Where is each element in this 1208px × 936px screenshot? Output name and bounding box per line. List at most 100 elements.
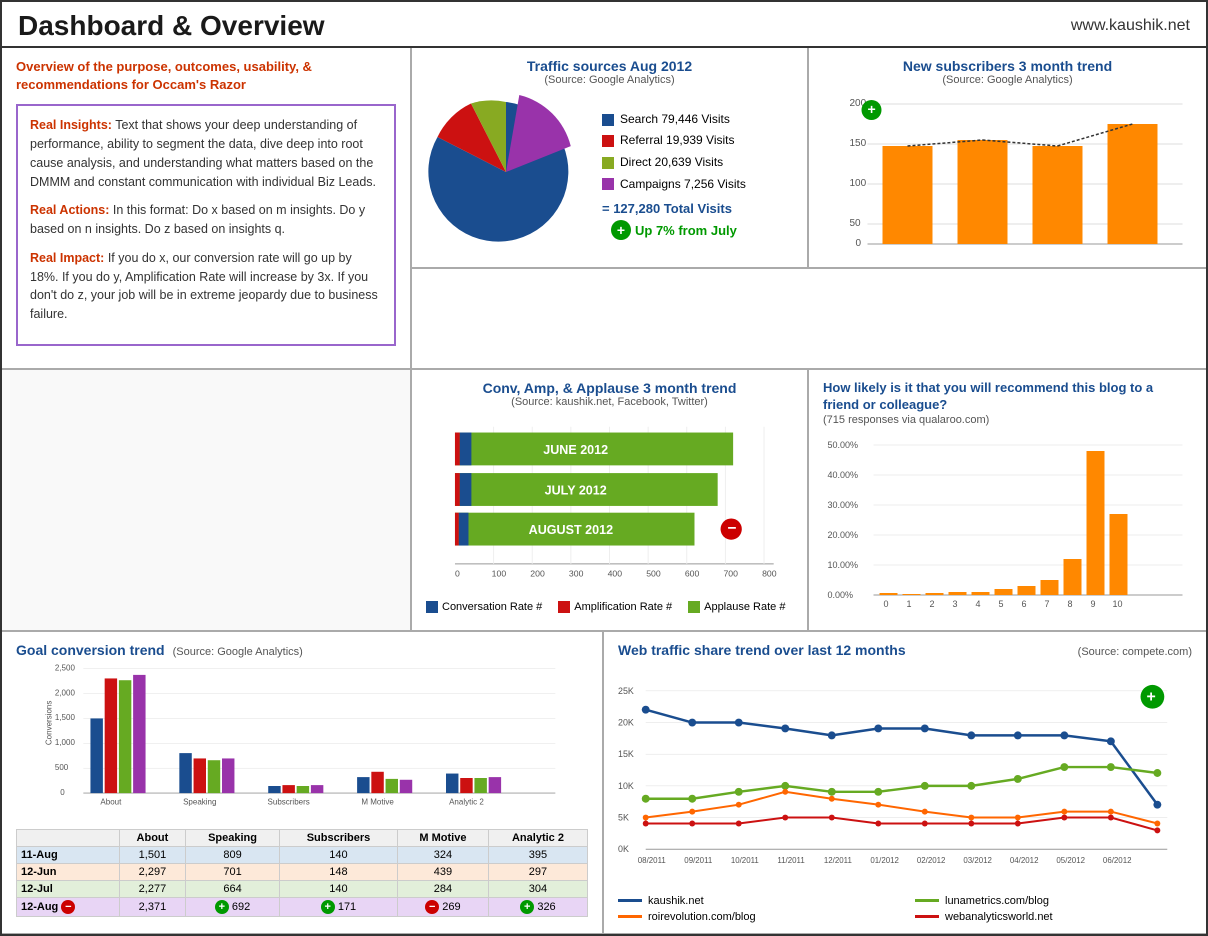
svg-text:15K: 15K <box>618 749 634 759</box>
conv-title: Conv, Amp, & Applause 3 month trend <box>426 380 793 396</box>
cell: + 326 <box>488 897 587 916</box>
cell: 297 <box>488 863 587 880</box>
cell: 2,277 <box>119 880 185 897</box>
cell: 148 <box>280 863 398 880</box>
traffic-panel: Traffic sources Aug 2012 (Source: Google… <box>412 48 809 269</box>
svg-text:4: 4 <box>976 599 981 609</box>
cell: − 269 <box>397 897 488 916</box>
conv-legend-conv: Conversation Rate # <box>426 601 542 613</box>
svg-text:0.00%: 0.00% <box>828 590 854 600</box>
svg-text:Subscribers: Subscribers <box>268 797 310 806</box>
svg-text:01/2012: 01/2012 <box>870 856 899 865</box>
pie-chart <box>426 92 586 257</box>
conv-panel: Conv, Amp, & Applause 3 month trend (Sou… <box>412 370 809 630</box>
row-label: 12-Jun <box>17 863 120 880</box>
conv-legend: Conversation Rate # Amplification Rate #… <box>426 601 793 613</box>
svg-text:9: 9 <box>1091 599 1096 609</box>
cell: 664 <box>186 880 280 897</box>
goal-header: Goal conversion trend (Source: Google An… <box>16 642 588 658</box>
svg-text:100: 100 <box>850 178 867 189</box>
svg-text:11/2011: 11/2011 <box>777 856 805 865</box>
traffic-title: Traffic sources Aug 2012 <box>426 58 793 74</box>
col-about: About <box>119 829 185 846</box>
july-amp <box>455 473 460 506</box>
left-panel: Overview of the purpose, outcomes, usabi… <box>2 48 412 368</box>
svg-text:2: 2 <box>930 599 935 609</box>
aug-conv <box>459 513 469 546</box>
svg-text:08/2011: 08/2011 <box>638 856 667 865</box>
svg-text:AUGUST 2012: AUGUST 2012 <box>529 523 613 537</box>
col-mmotive: M Motive <box>397 829 488 846</box>
bar-aug12 <box>1108 124 1158 244</box>
svg-text:8: 8 <box>1068 599 1073 609</box>
table-row: 12-Jun 2,297 701 148 439 297 <box>17 863 588 880</box>
table-row: 12-Jul 2,277 664 140 284 304 <box>17 880 588 897</box>
cell: + 171 <box>280 897 398 916</box>
svg-text:10.00%: 10.00% <box>828 560 859 570</box>
bar-jul12 <box>1033 146 1083 244</box>
webtraffic-panel: Web traffic share trend over last 12 mon… <box>604 632 1206 933</box>
subscribers-panel: New subscribers 3 month trend (Source: G… <box>809 48 1206 269</box>
legend-search: Search 79,446 Visits <box>602 109 746 131</box>
svg-text:30.00%: 30.00% <box>828 500 859 510</box>
svg-text:04/2012: 04/2012 <box>1010 856 1039 865</box>
july-conv <box>460 473 472 506</box>
up-indicator: + Up 7% from July <box>602 220 746 240</box>
row-label: 12-Jul <box>17 880 120 897</box>
svg-text:0: 0 <box>60 788 65 797</box>
legend-campaigns: Campaigns 7,256 Visits <box>602 174 746 196</box>
conv-legend-applause-label: Applause Rate # <box>704 601 785 613</box>
real-impact: Real Impact: If you do x, our conversion… <box>30 249 382 324</box>
webtraffic-header: Web traffic share trend over last 12 mon… <box>618 642 1192 658</box>
conv-chart: 0 100 200 300 400 500 600 700 800 <box>426 414 793 594</box>
svg-text:3: 3 <box>953 599 958 609</box>
site-url: www.kaushik.net <box>1071 17 1190 35</box>
subscribers-chart: 200 150 100 50 0 Aug 11 <box>823 92 1192 252</box>
svg-text:1,000: 1,000 <box>55 738 76 747</box>
applause-color <box>688 601 700 613</box>
cell: 439 <box>397 863 488 880</box>
conv-subtitle: (Source: kaushik.net, Facebook, Twitter) <box>426 396 793 408</box>
up-icon: + <box>215 900 229 914</box>
svg-text:200: 200 <box>530 568 545 578</box>
up-icon: + <box>611 220 631 240</box>
legend-list: Search 79,446 Visits Referral 19,939 Vis… <box>602 109 746 195</box>
webanalytics-label: webanalyticsworld.net <box>945 911 1053 923</box>
svg-text:10/2011: 10/2011 <box>731 856 760 865</box>
goal-table: About Speaking Subscribers M Motive Anal… <box>16 829 588 917</box>
traffic-subtitle: (Source: Google Analytics) <box>426 74 793 86</box>
table-row: 11-Aug 1,501 809 140 324 395 <box>17 846 588 863</box>
kaushik-line <box>618 899 642 902</box>
bar-aug11 <box>883 146 933 244</box>
row-label: 12-Aug − <box>17 897 120 916</box>
up-text: Up 7% from July <box>635 223 737 238</box>
cell: 2,371 <box>119 897 185 916</box>
svg-text:06/2012: 06/2012 <box>1103 856 1132 865</box>
cell: 2,297 <box>119 863 185 880</box>
legend-kaushik: kaushik.net <box>618 895 895 907</box>
down-icon: − <box>425 900 439 914</box>
legend-webanalytics: webanalyticsworld.net <box>915 911 1192 923</box>
svg-text:02/2012: 02/2012 <box>917 856 946 865</box>
svg-text:25K: 25K <box>618 685 634 695</box>
june-conv <box>460 432 472 465</box>
intro-text: Overview of the purpose, outcomes, usabi… <box>16 58 396 94</box>
referral-color <box>602 135 614 147</box>
legend-lunametrics: lunametrics.com/blog <box>915 895 1192 907</box>
svg-text:150: 150 <box>850 138 867 149</box>
campaigns-label: Campaigns 7,256 Visits <box>620 174 746 196</box>
svg-text:5K: 5K <box>618 812 629 822</box>
cell: 284 <box>397 880 488 897</box>
insights-label: Real Insights: <box>30 118 112 132</box>
subscribers-subtitle: (Source: Google Analytics) <box>823 74 1192 86</box>
search-label: Search 79,446 Visits <box>620 109 730 131</box>
header: Dashboard & Overview www.kaushik.net <box>2 2 1206 48</box>
col-analytic2: Analytic 2 <box>488 829 587 846</box>
svg-text:7: 7 <box>1045 599 1050 609</box>
svg-text:Speaking: Speaking <box>183 797 216 806</box>
svg-text:+: + <box>1146 688 1155 705</box>
webtraffic-legend: kaushik.net lunametrics.com/blog roirevo… <box>618 895 1192 923</box>
svg-text:800: 800 <box>762 568 777 578</box>
svg-text:6: 6 <box>1022 599 1027 609</box>
svg-text:10K: 10K <box>618 780 634 790</box>
